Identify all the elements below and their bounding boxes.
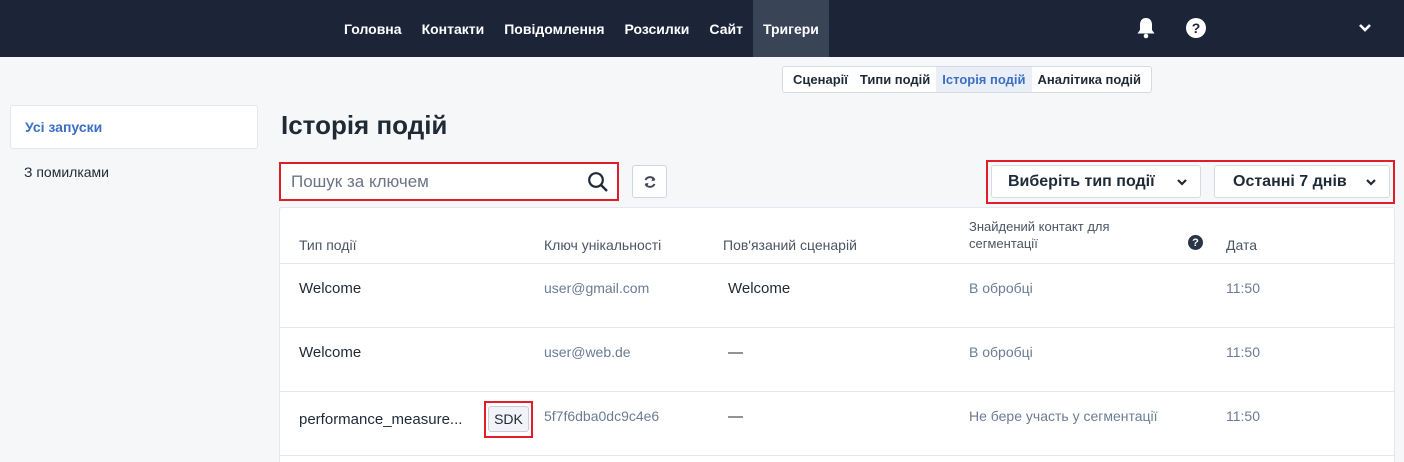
- nav-item-contacts[interactable]: Контакти: [412, 0, 495, 57]
- search-box: [279, 162, 619, 201]
- table-row-event-type[interactable]: Welcome: [299, 344, 361, 361]
- table-row-contact: Не бере участь у сегментації: [969, 408, 1158, 424]
- nav-item-messages[interactable]: Повідомлення: [494, 0, 614, 57]
- search-icon[interactable]: [587, 171, 609, 193]
- nav-item-home[interactable]: Головна: [334, 0, 412, 57]
- bell-icon[interactable]: [1133, 15, 1159, 41]
- row-divider: [280, 455, 1394, 456]
- table-row-key[interactable]: user@web.de: [544, 344, 631, 360]
- refresh-icon: [644, 175, 655, 188]
- table-row-date: 11:50: [1226, 408, 1260, 424]
- nav-item-triggers[interactable]: Тригери: [752, 0, 829, 57]
- column-header-event-type[interactable]: Тип події: [299, 237, 356, 253]
- tab-event-history[interactable]: Історія подій: [936, 67, 1032, 92]
- row-divider: [280, 391, 1394, 392]
- sidebar-item-all-runs[interactable]: Усі запуски: [10, 105, 258, 149]
- chevron-down-icon: [1366, 179, 1376, 186]
- sub-tabs: Сценарії Типи подій Історія подій Аналіт…: [782, 66, 1153, 93]
- main-menu: Головна Контакти Повідомлення Розсилки С…: [334, 0, 829, 57]
- events-table: Тип події Ключ унікальності Пов'язаний с…: [279, 207, 1395, 462]
- table-row-contact: В обробці: [969, 280, 1033, 296]
- tab-event-analytics[interactable]: Аналітика подій: [1032, 67, 1148, 92]
- top-navigation: Головна Контакти Повідомлення Розсилки С…: [0, 0, 1404, 57]
- event-type-select-label: Виберіть тип події: [1008, 172, 1155, 190]
- column-header-contact-line1: Знайдений контакт для: [969, 219, 1110, 234]
- table-row-contact: В обробці: [969, 344, 1033, 360]
- column-header-date[interactable]: Дата: [1226, 237, 1257, 253]
- page-title: Історія подій: [281, 110, 448, 140]
- table-row-scenario: —: [728, 344, 743, 361]
- help-icon[interactable]: ?: [1188, 235, 1203, 250]
- help-glyph: ?: [1186, 18, 1206, 38]
- row-divider: [280, 327, 1394, 328]
- period-select-label: Останні 7 днів: [1233, 172, 1347, 190]
- table-row-event-type[interactable]: performance_measure...: [299, 411, 462, 428]
- table-row-scenario[interactable]: Welcome: [728, 280, 790, 297]
- nav-item-mailings[interactable]: Розсилки: [615, 0, 700, 57]
- sidebar-item-with-errors[interactable]: З помилками: [10, 150, 258, 194]
- column-header-scenario[interactable]: Пов'язаний сценарій: [723, 237, 857, 253]
- event-type-select[interactable]: Виберіть тип події: [991, 165, 1201, 198]
- column-header-unique-key[interactable]: Ключ унікальності: [544, 237, 661, 253]
- tab-scenarios[interactable]: Сценарії: [787, 67, 854, 92]
- table-row-key[interactable]: user@gmail.com: [544, 280, 649, 296]
- table-row-scenario: —: [728, 408, 743, 425]
- refresh-button[interactable]: [632, 165, 667, 198]
- sdk-badge: SDK: [488, 406, 529, 432]
- help-icon[interactable]: ?: [1183, 15, 1209, 41]
- column-header-contact-line2: сегментації: [969, 236, 1038, 251]
- chevron-down-icon[interactable]: [1352, 15, 1378, 41]
- period-select[interactable]: Останні 7 днів: [1214, 165, 1390, 198]
- table-row-key[interactable]: 5f7f6dba0dc9c4e6: [544, 408, 659, 424]
- table-row-date: 11:50: [1226, 280, 1260, 296]
- nav-item-site[interactable]: Сайт: [699, 0, 753, 57]
- table-row-event-type[interactable]: Welcome: [299, 280, 361, 297]
- table-row-date: 11:50: [1226, 344, 1260, 360]
- row-divider: [280, 263, 1394, 264]
- search-input[interactable]: [291, 164, 581, 199]
- tab-event-types[interactable]: Типи подій: [854, 67, 936, 92]
- chevron-down-icon: [1177, 179, 1187, 186]
